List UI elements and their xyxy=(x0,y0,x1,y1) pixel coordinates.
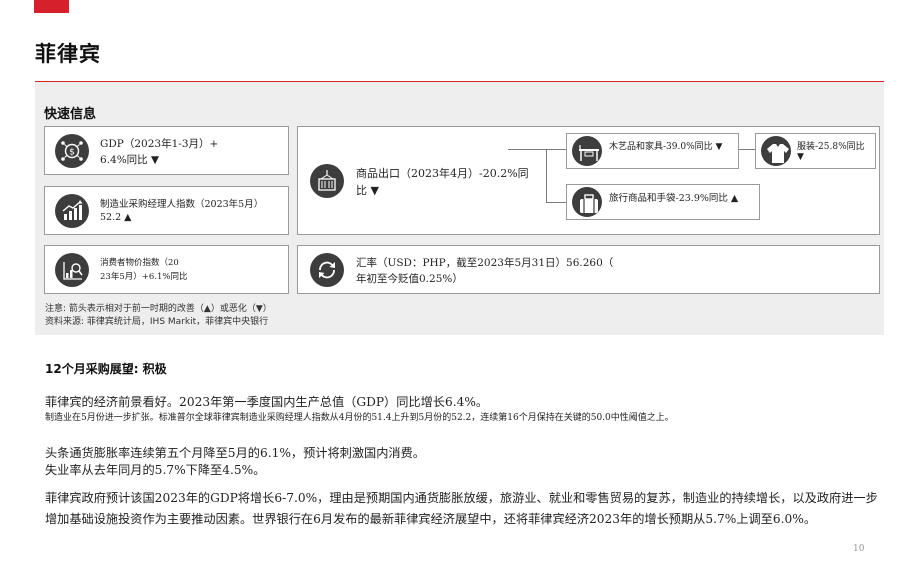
fx-card: 汇率（USD：PHP，截至2023年5月31日）56.260（ 年初至今贬值0.… xyxy=(297,245,880,294)
connector-main-horizontal xyxy=(508,149,566,150)
pmi-line-2: 52.2 ▲ xyxy=(100,212,132,223)
gdp-line-2: 6.4%同比 ▼ xyxy=(100,154,160,166)
furniture-text: 木艺品和家具-39.0%同比 ▼ xyxy=(609,142,723,152)
pmi-card: 制造业采购经理人指数（2023年5月） 52.2 ▲ xyxy=(44,186,289,235)
connector-to-travel xyxy=(546,202,566,203)
refresh-arrows-icon xyxy=(310,253,344,287)
panel-note: 注意: 箭头表示相对于前一时期的改善（▲）或恶化（▼） xyxy=(45,304,272,314)
outlook-paragraph-3: 头条通货膨胀率连续第五个月降至5月的6.1%，预计将刺激国内消费。 xyxy=(45,446,425,460)
outlook-heading: 12个月采购展望: 积极 xyxy=(45,362,167,376)
apparel-line-2: ▼ xyxy=(797,152,804,162)
travel-goods-text: 旅行商品和手袋-23.9%同比 ▲ xyxy=(609,193,739,204)
shipping-container-icon xyxy=(310,164,344,198)
page-title: 菲律宾 xyxy=(35,42,101,66)
header-accent-tab xyxy=(34,0,69,13)
apparel-card: 服装-25.8%同比 ▼ xyxy=(755,133,876,169)
magnifier-chart-icon xyxy=(55,253,89,287)
outlook-paragraph-4: 失业率从去年同月的5.7%下降至4.5%。 xyxy=(45,463,266,477)
tshirt-icon xyxy=(761,136,791,166)
outlook-paragraph-5: 菲律宾政府预计该国2023年的GDP将增长6-7.0%，理由是预期国内通货膨胀放… xyxy=(45,491,878,526)
furniture-icon xyxy=(572,136,602,166)
gdp-line-1: GDP（2023年1-3月）+ xyxy=(100,138,219,150)
cpi-card: 消费者物价指数（20 23年5月）+6.1%同比 xyxy=(44,245,289,294)
page-number: 10 xyxy=(853,544,865,554)
cpi-line-1: 消费者物价指数（20 xyxy=(100,258,179,268)
gdp-card: $ GDP（2023年1-3月）+ 6.4%同比 ▼ xyxy=(44,126,289,175)
exports-line-1: 商品出口（2023年4月）-20.2%同 xyxy=(356,167,529,180)
exports-line-2: 比 ▼ xyxy=(356,184,379,197)
travel-goods-card: 旅行商品和手袋-23.9%同比 ▲ xyxy=(566,184,760,220)
connector-vertical xyxy=(546,149,547,202)
panel-source: 资料来源: 菲律宾统计局，IHS Markit，菲律宾中央银行 xyxy=(45,317,269,327)
outlook-paragraph-2: 制造业在5月份进一步扩张。标准普尔全球菲律宾制造业采购经理人指数从4月份的51.… xyxy=(45,413,674,423)
quick-info-heading: 快速信息 xyxy=(44,107,97,122)
dollar-network-icon: $ xyxy=(55,134,89,168)
bar-chart-arrow-icon xyxy=(55,194,89,228)
pmi-line-1: 制造业采购经理人指数（2023年5月） xyxy=(100,199,264,210)
cpi-line-2: 23年5月）+6.1%同比 xyxy=(100,272,188,282)
outlook-paragraph-1: 菲律宾的经济前景看好。2023年第一季度国内生产总值（GDP）同比增长6.4%。 xyxy=(45,395,489,409)
svg-text:$: $ xyxy=(69,148,75,158)
connector-to-apparel xyxy=(738,149,755,150)
fx-line-2: 年初至今贬值0.25%） xyxy=(356,273,463,285)
suitcase-icon xyxy=(572,187,602,217)
apparel-line-1: 服装-25.8%同比 xyxy=(797,142,865,152)
furniture-card: 木艺品和家具-39.0%同比 ▼ xyxy=(566,133,739,169)
fx-line-1: 汇率（USD：PHP，截至2023年5月31日）56.260（ xyxy=(356,257,614,269)
